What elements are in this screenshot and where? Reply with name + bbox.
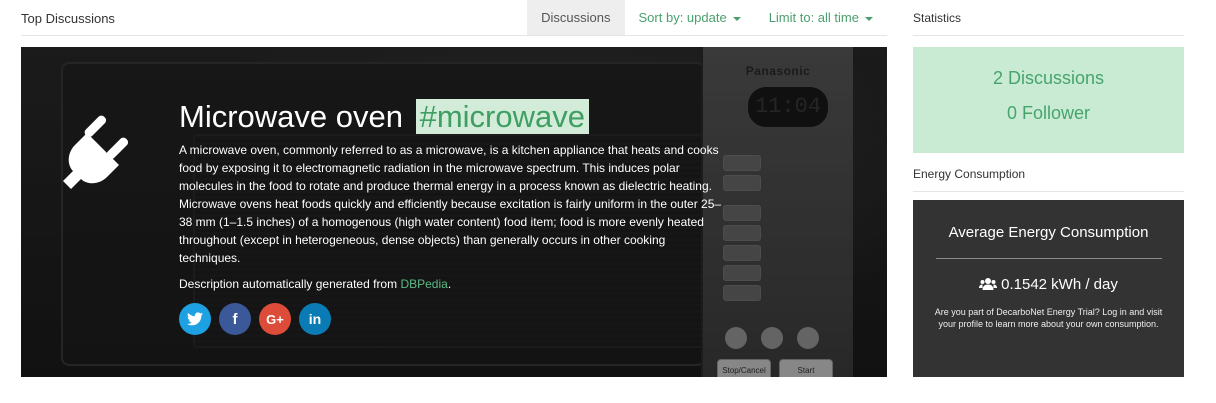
google-plus-icon: G+ [266, 311, 284, 327]
topic-title: Microwave oven #microwave [179, 97, 749, 137]
twitter-icon [187, 312, 203, 326]
users-icon [979, 278, 998, 290]
sort-dropdown[interactable]: Sort by: update [625, 0, 755, 35]
social-share-buttons: f G+ in [179, 303, 749, 335]
google-plus-share-button[interactable]: G+ [259, 303, 291, 335]
energy-title: Average Energy Consumption [948, 224, 1149, 241]
limit-dropdown-label: Limit to: all time [768, 10, 859, 25]
energy-trial-note: Are you part of DecarboNet Energy Trial?… [934, 307, 1163, 329]
plug-icon [63, 115, 129, 189]
limit-dropdown[interactable]: Limit to: all time [755, 0, 887, 35]
description-source: Description automatically generated from… [179, 277, 749, 291]
discussions-header: Top Discussions Discussions Sort by: upd… [21, 0, 887, 36]
linkedin-icon: in [308, 311, 322, 327]
topic-hero: Panasonic 11:04 Stop/Cancel Start Microw… [21, 47, 887, 377]
followers-count: 0 Follower [1006, 103, 1091, 123]
topic-description: A microwave oven, commonly referred to a… [179, 143, 722, 265]
caret-down-icon [865, 16, 873, 21]
sort-dropdown-label: Sort by: update [638, 10, 727, 25]
statistics-heading: Statistics [913, 1, 1184, 36]
tab-discussions-label: Discussions [541, 10, 611, 25]
twitter-share-button[interactable] [179, 303, 211, 335]
topic-content: Microwave oven #microwave A microwave ov… [179, 97, 749, 335]
energy-section: Energy Consumption [913, 157, 1184, 192]
caret-down-icon [732, 16, 741, 21]
energy-value-row: 0.1542 kWh / day [913, 276, 1184, 293]
facebook-icon: f [232, 310, 238, 328]
energy-value: 0.1542 kWh / day [1001, 276, 1118, 293]
linkedin-share-button[interactable]: in [299, 303, 331, 335]
dbpedia-link[interactable]: DBPedia [400, 277, 447, 291]
facebook-share-button[interactable]: f [219, 303, 251, 335]
energy-box: Average Energy Consumption 0.1542 kWh / … [913, 200, 1184, 377]
tab-discussions[interactable]: Discussions [527, 0, 625, 35]
statistics-box: 2 Discussions 0 Follower [913, 47, 1184, 153]
source-suffix: . [447, 277, 452, 291]
topic-hashtag[interactable]: #microwave [415, 99, 589, 134]
discussion-tabs: Discussions Sort by: update Limit to: al… [527, 0, 887, 35]
discussions-count: 2 Discussions [992, 68, 1105, 88]
page-title: Top Discussions [21, 11, 115, 26]
topic-title-text: Microwave oven [179, 99, 403, 134]
source-prefix: Description automatically generated from [179, 277, 401, 291]
energy-divider [935, 258, 1162, 259]
statistics-section: Statistics [913, 1, 1184, 36]
energy-heading: Energy Consumption [913, 157, 1184, 192]
